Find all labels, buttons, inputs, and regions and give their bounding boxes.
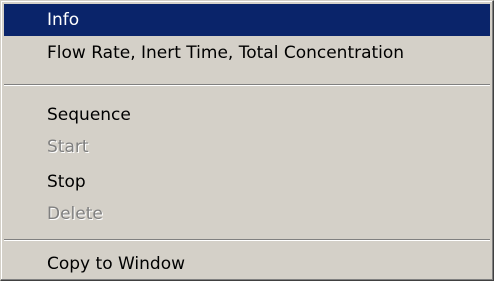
context-menu: Info Flow Rate, Inert Time, Total Concen…: [0, 0, 494, 281]
menu-separator: [4, 239, 490, 241]
menu-item-flow-rate-inert-time-total-concentration[interactable]: Flow Rate, Inert Time, Total Concentrati…: [4, 37, 490, 69]
menu-item-copy-to-window[interactable]: Copy to Window: [4, 248, 490, 280]
menu-item-start: Start: [47, 137, 89, 157]
menu-item-sequence[interactable]: Sequence: [4, 99, 490, 131]
menu-separator: [4, 84, 490, 86]
menu-item-info[interactable]: Info: [4, 4, 490, 36]
menu-item-delete: Delete: [47, 204, 103, 224]
menu-item-stop[interactable]: Stop: [4, 166, 490, 198]
